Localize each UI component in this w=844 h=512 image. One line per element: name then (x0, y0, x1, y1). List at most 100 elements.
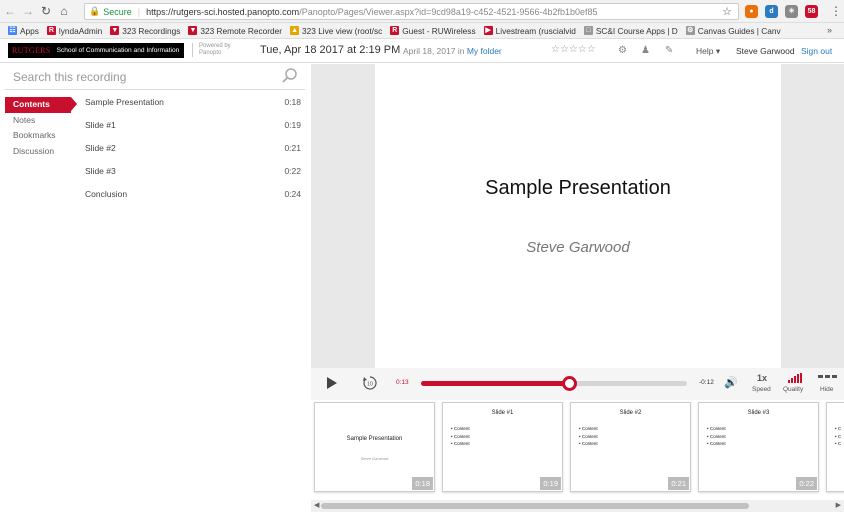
extension-icon-orange[interactable]: ● (745, 5, 758, 18)
tab-bookmarks[interactable]: Bookmarks (5, 128, 79, 144)
speed-button[interactable]: 1x (757, 373, 767, 383)
contents-item[interactable]: Slide #1 0:19 (85, 120, 301, 143)
scrollbar-thumb[interactable] (321, 503, 749, 509)
bookmark-label: SC&I Course Apps | D (595, 25, 678, 36)
bookmark-icon: ▼ (110, 26, 120, 35)
current-time: 0:13 (396, 379, 409, 386)
thumbnail-strip: Sample Presentation Steve Garwood 0:18 Slid… (311, 400, 844, 500)
address-bar[interactable]: 🔒 Secure | https://rutgers-sci.hosted.pa… (84, 3, 739, 20)
contents-item[interactable]: Sample Presentation 0:18 (85, 97, 301, 120)
contents-item-time: 0:21 (284, 143, 301, 153)
play-icon[interactable] (327, 377, 337, 389)
tab-discussion[interactable]: Discussion (5, 144, 79, 160)
thumbnail-title: Slide #1 (491, 410, 514, 416)
bookmark-item[interactable]: ▼ 323 Remote Recorder (188, 26, 282, 36)
slide-thumbnail[interactable]: Slide #1 • Content • Content • Content 0:19 (442, 402, 563, 492)
thumbnail-duration: 0:21 (668, 477, 689, 490)
bookmark-label: Livestream (ruscialvid (495, 25, 576, 36)
contents-item-time: 0:18 (284, 97, 301, 107)
quality-icon[interactable] (788, 373, 802, 383)
bookmark-item[interactable]: RlyndaAdmin (46, 25, 103, 36)
progress-handle[interactable] (561, 376, 577, 391)
bookmark-item[interactable]: □ SC&I Course Apps | D (583, 25, 678, 36)
thumbnail-bullet: • Content (451, 433, 470, 439)
menu-kebab-icon[interactable]: ⋮ (828, 4, 844, 18)
bookmark-label: lyndaAdmin (58, 25, 103, 36)
slide-thumbnail[interactable]: Slide #3 • Content • Content • Content 0:22 (698, 402, 819, 492)
back-icon[interactable]: ← (2, 4, 18, 18)
edit-pencil-icon[interactable]: ✎ (665, 45, 673, 56)
extension-icon-blue[interactable]: d (765, 5, 778, 18)
tab-notes[interactable]: Notes (5, 113, 79, 129)
slide-thumbnail[interactable]: Sample Presentation Steve Garwood 0:18 (314, 402, 435, 492)
search-input[interactable]: Search this recording (13, 70, 126, 84)
home-icon[interactable]: ⌂ (56, 4, 72, 18)
thumbnail-title: Slide #2 (619, 410, 642, 416)
hide-thumbnails-icon[interactable] (818, 375, 838, 378)
bookmarks-overflow-icon[interactable]: » (827, 25, 832, 35)
bookmark-icon: ▲ (290, 26, 300, 35)
thumbnail-bullet: • C (835, 433, 842, 439)
contents-item-time: 0:24 (284, 189, 301, 199)
rating-stars[interactable]: ☆☆☆☆☆ (551, 44, 596, 55)
contents-item-title: Slide #3 (85, 166, 116, 176)
url-text: https://rutgers-sci.hosted.panopto.com/P… (146, 7, 597, 17)
bookmark-item[interactable]: ▲ 323 Live view (root/sc (290, 26, 382, 36)
slide-author: Steve Garwood (526, 239, 630, 256)
thumbnail-scrollbar[interactable]: ◀ ▶ (311, 500, 844, 512)
bookmark-item[interactable]: ▼ 323 Recordings (110, 26, 180, 36)
rewind-10-icon[interactable]: 10 (362, 375, 378, 391)
rutgers-logo[interactable]: RUTGERS School of Communication and Info… (8, 43, 184, 58)
slide-thumbnail[interactable]: • C • C • C (826, 402, 844, 492)
search-box[interactable]: Search this recording (5, 64, 305, 90)
user-name: Steve Garwood (736, 46, 795, 56)
sign-out-link[interactable]: Sign out (801, 46, 832, 56)
slide-thumbnail[interactable]: Slide #2 • Content • Content • Content 0:21 (570, 402, 691, 492)
tab-contents[interactable]: Contents (5, 97, 77, 113)
search-icon[interactable] (281, 67, 299, 85)
contents-item-title: Sample Presentation (85, 97, 164, 107)
recording-title: Tue, Apr 18 2017 at 2:19 PM (260, 44, 401, 56)
bookmark-icon: □ (583, 26, 593, 35)
settings-gear-icon[interactable]: ⚙ (618, 45, 627, 56)
bookmark-item[interactable]: ⚙ Canvas Guides | Canv (685, 25, 781, 36)
volume-icon[interactable]: 🔊 (724, 376, 738, 389)
scroll-right-icon[interactable]: ▶ (836, 501, 841, 509)
thumbnail-bullets: • Content • Content • Content (579, 425, 598, 448)
bookmark-icon: R (390, 26, 400, 35)
browser-toolbar: ← → ↻ ⌂ 🔒 Secure | https://rutgers-sci.h… (0, 0, 844, 23)
slide-stage: Sample Presentation Steve Garwood (311, 64, 844, 368)
contents-item[interactable]: Slide #2 0:21 (85, 143, 301, 166)
recording-subtitle: April 18, 2017 in My folder (403, 46, 502, 56)
bookmark-label: 323 Remote Recorder (200, 25, 283, 36)
quality-label: Quality (783, 386, 804, 393)
bookmark-label: Apps (20, 25, 39, 36)
thumbnail-duration: 0:18 (412, 477, 433, 490)
forward-icon[interactable]: → (20, 4, 36, 18)
bookmark-label: Canvas Guides | Canv (697, 25, 781, 36)
share-people-icon[interactable]: ♟ (641, 45, 650, 56)
thumbnail-duration: 0:22 (796, 477, 817, 490)
bookmark-item[interactable]: ▶ Livestream (ruscialvid (483, 25, 576, 36)
contents-item[interactable]: Conclusion 0:24 (85, 189, 301, 212)
thumbnail-bullet: • C (835, 426, 842, 431)
contents-item[interactable]: Slide #3 0:22 (85, 166, 301, 189)
thumbnail-bullets: • C • C • C (835, 425, 841, 448)
folder-link[interactable]: My folder (467, 46, 502, 56)
bookmark-icon: ⚙ (685, 26, 695, 35)
help-menu[interactable]: Help ▾ (696, 46, 720, 57)
progress-slider[interactable] (421, 376, 687, 391)
bookmark-item[interactable]: ☷ Apps (8, 26, 39, 36)
playback-controls: 10 0:13 -0:12 🔊 1x Speed Quality Hide (311, 368, 844, 400)
left-panel: Search this recording Contents Notes Bookm… (0, 64, 311, 512)
thumbnail-title: Sample Presentation (346, 436, 403, 442)
bookmark-star-icon[interactable]: ☆ (722, 5, 732, 18)
extension-icon-gray[interactable]: ✳ (785, 5, 798, 18)
url-separator: | (137, 6, 141, 17)
url-host: https://rutgers-sci.hosted.panopto.com (146, 6, 300, 17)
bookmark-item[interactable]: R Guest - RUWireless (390, 26, 476, 36)
scroll-left-icon[interactable]: ◀ (314, 501, 319, 509)
reload-icon[interactable]: ↻ (38, 4, 54, 18)
extension-icon-red[interactable]: 58 (805, 5, 818, 18)
thumbnail-bullet: • Content (579, 433, 598, 439)
